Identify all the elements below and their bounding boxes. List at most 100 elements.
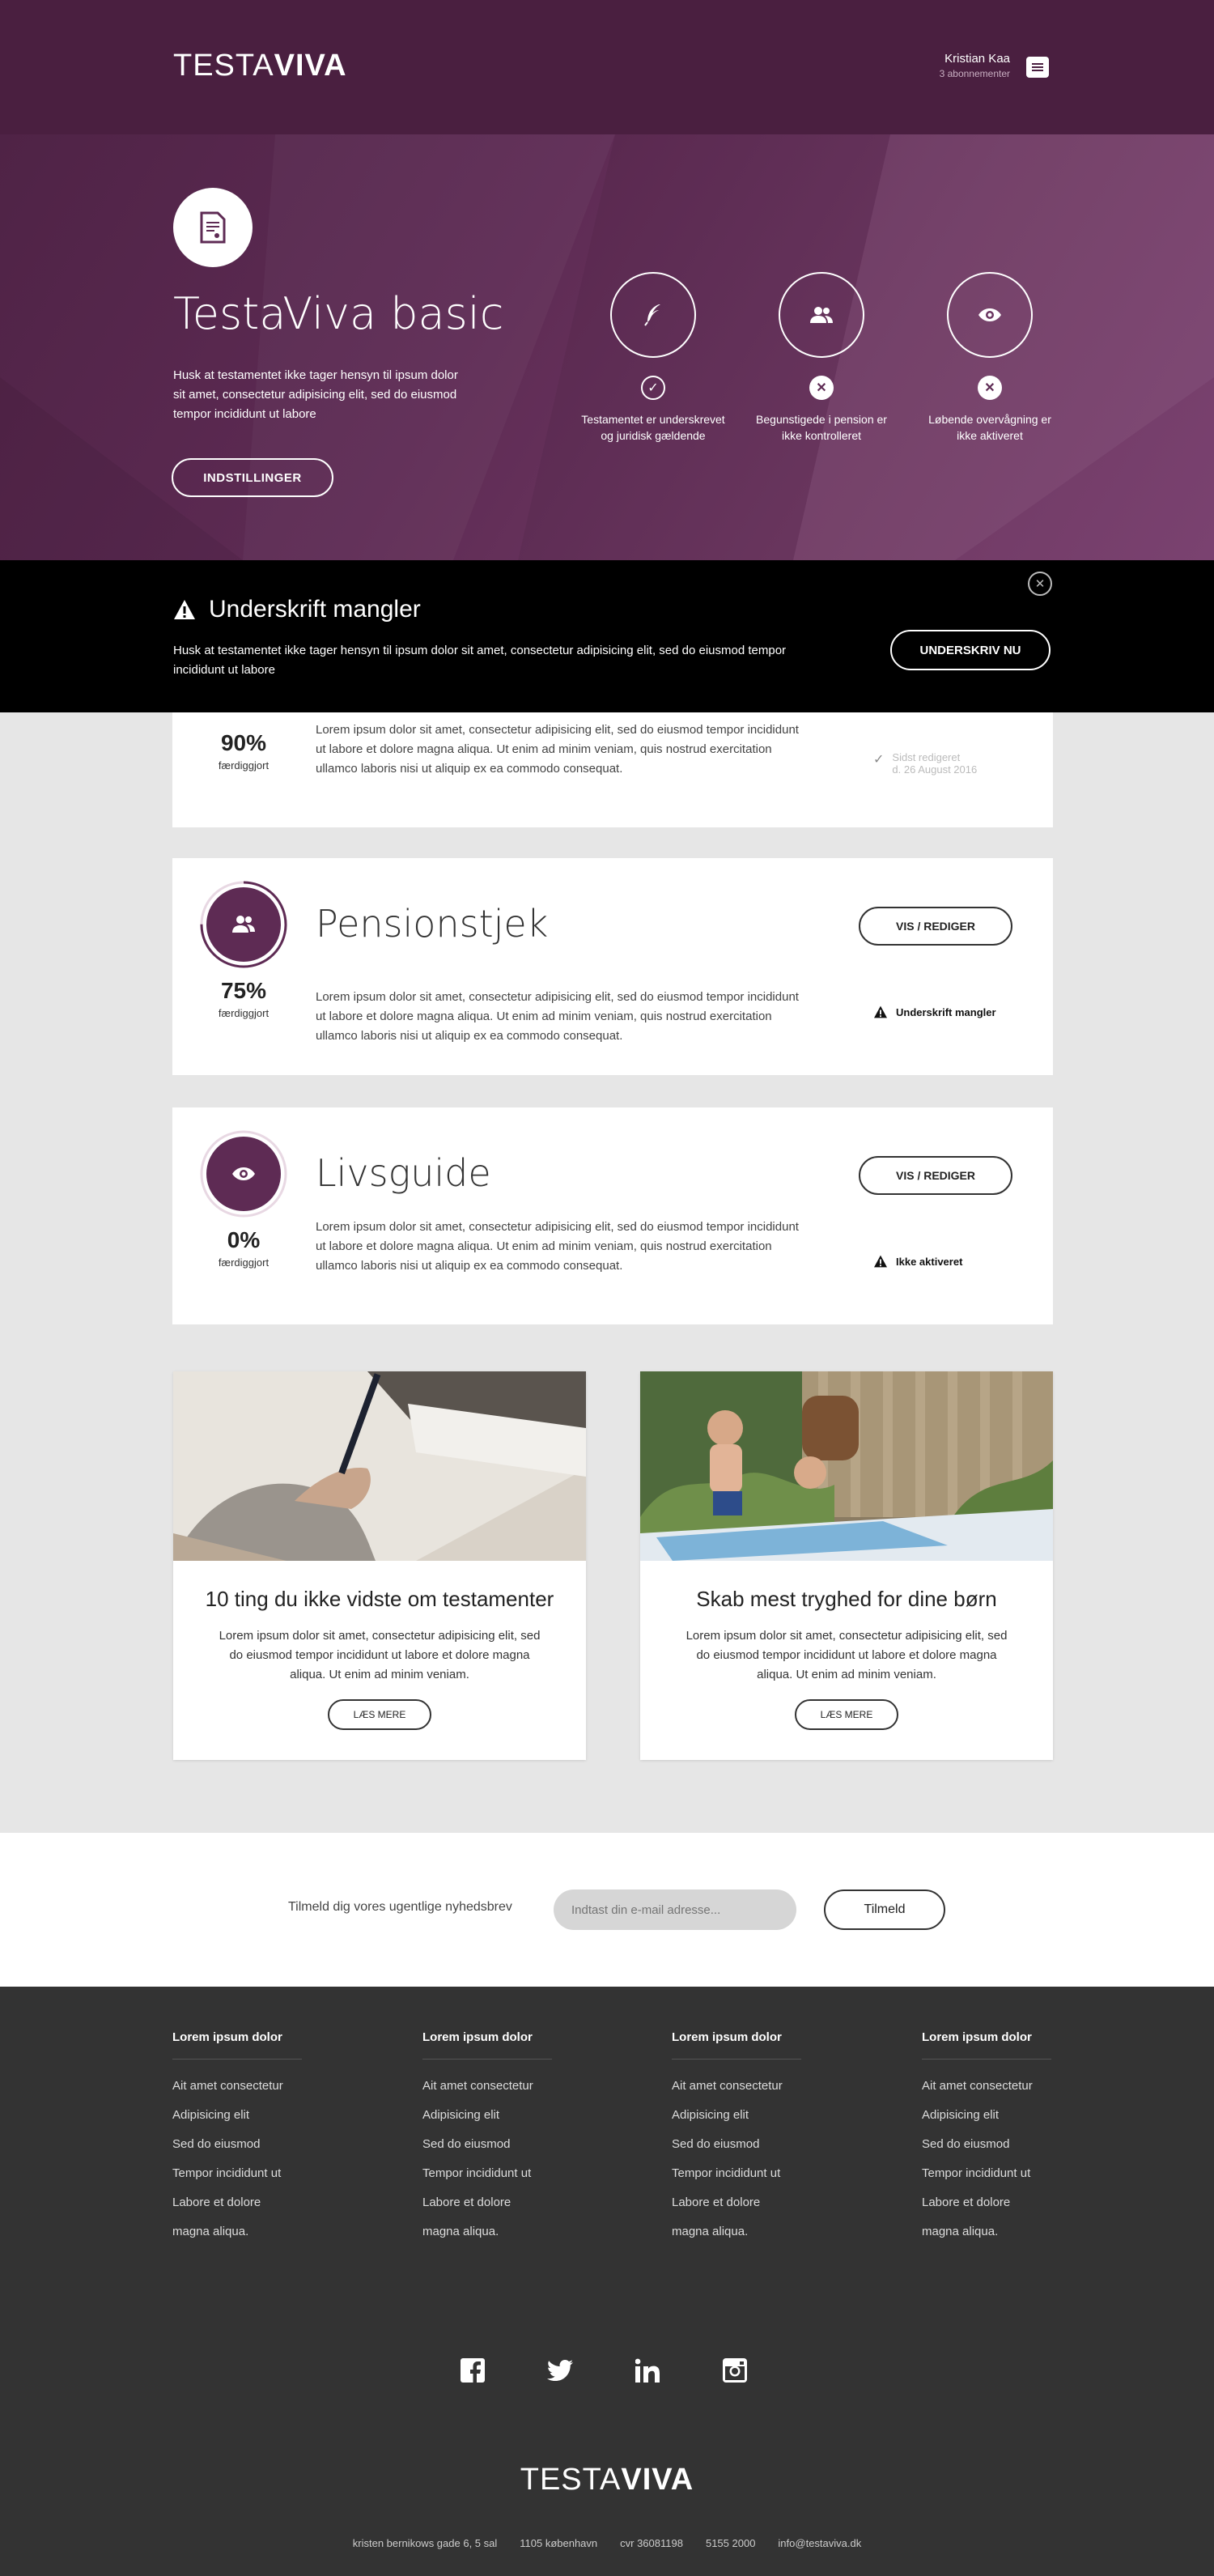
footer-link[interactable]: Sed do eiusmod: [922, 2137, 1051, 2166]
footer-link[interactable]: magna aliqua.: [672, 2225, 801, 2254]
company-info: kristen bernikows gade 6, 5 sal 1105 køb…: [0, 2537, 1214, 2549]
footer-link[interactable]: Labore et dolore: [922, 2196, 1051, 2225]
eye-icon: [947, 272, 1033, 358]
email-field[interactable]: [554, 1889, 796, 1930]
feature-monitoring: ✕ Løbende overvågning er ikke aktiveret: [917, 272, 1063, 444]
footer-column: Lorem ipsum dolor Ait amet consectetur A…: [422, 2030, 552, 2254]
feature-label: Løbende overvågning er ikke aktiveret: [928, 413, 1051, 442]
footer-link[interactable]: Sed do eiusmod: [672, 2137, 801, 2166]
progress-percent: 75%: [220, 978, 267, 1003]
article-card-children[interactable]: Skab mest tryghed for dine børn Lorem ip…: [640, 1371, 1053, 1760]
footer-heading: Lorem ipsum dolor: [172, 2030, 302, 2060]
read-more-button[interactable]: LÆS MERE: [795, 1699, 898, 1730]
menu-icon[interactable]: [1026, 57, 1049, 78]
email[interactable]: info@testaviva.dk: [778, 2537, 861, 2549]
warning-icon: [874, 1255, 887, 1268]
footer-link[interactable]: Adipisicing elit: [672, 2108, 801, 2137]
article-title: Skab mest tryghed for dine børn: [696, 1587, 997, 1611]
footer-link[interactable]: Sed do eiusmod: [172, 2137, 302, 2166]
sign-now-button[interactable]: UNDERSKRIV NU: [890, 630, 1051, 670]
progress-percent: 0%: [227, 1227, 261, 1252]
view-edit-button[interactable]: VIS / REDIGER: [859, 1156, 1012, 1195]
view-edit-button[interactable]: VIS / REDIGER: [859, 907, 1012, 946]
alert-title: Underskrift mangler: [209, 596, 421, 623]
card-description: Lorem ipsum dolor sit amet, consectetur …: [316, 723, 799, 776]
product-card-lifeguide: 0% færdiggjort Livsguide Lorem ipsum dol…: [172, 1107, 1053, 1324]
hero-section: TestaViva basic Husk at testamentet ikke…: [0, 134, 1214, 560]
footer-link[interactable]: Labore et dolore: [422, 2196, 552, 2225]
newsletter-section: Tilmeld dig vores ugentlige nyhedsbrev T…: [0, 1833, 1214, 1987]
article-title: 10 ting du ikke vidste om testamenter: [205, 1587, 554, 1611]
status-badge: Ikke aktiveret: [873, 1255, 962, 1268]
footer-heading: Lorem ipsum dolor: [922, 2030, 1051, 2060]
product-card-pension: 75% færdiggjort Pensionstjek Lorem ipsum…: [172, 858, 1053, 1075]
check-icon: ✓: [873, 753, 885, 767]
footer-link[interactable]: Tempor incididunt ut: [172, 2166, 302, 2196]
progress-percent: 90%: [220, 730, 267, 755]
footer-link[interactable]: Tempor incididunt ut: [422, 2166, 552, 2196]
article-image: [173, 1371, 586, 1561]
footer-link[interactable]: magna aliqua.: [922, 2225, 1051, 2254]
feather-icon: [610, 272, 696, 358]
logo[interactable]: TESTAVIVA: [173, 49, 347, 83]
cvr-number: cvr 36081198: [620, 2537, 683, 2549]
footer-link[interactable]: Tempor incididunt ut: [672, 2166, 801, 2196]
cross-icon: ✕: [978, 376, 1002, 400]
footer-column: Lorem ipsum dolor Ait amet consectetur A…: [672, 2030, 801, 2254]
footer: Lorem ipsum dolor Ait amet consectetur A…: [0, 1987, 1214, 2576]
footer-logo[interactable]: TESTAVIVA: [0, 2463, 1214, 2497]
users-icon: [779, 272, 864, 358]
warning-icon: [874, 1005, 887, 1018]
footer-link[interactable]: Adipisicing elit: [922, 2108, 1051, 2137]
footer-link[interactable]: Ait amet consectetur: [672, 2079, 801, 2108]
footer-link[interactable]: magna aliqua.: [422, 2225, 552, 2254]
footer-heading: Lorem ipsum dolor: [672, 2030, 801, 2060]
feature-label: Begunstigede i pension er ikke kontrolle…: [756, 413, 887, 442]
close-icon[interactable]: ✕: [1028, 572, 1052, 596]
linkedin-icon[interactable]: [633, 2356, 662, 2385]
article-card-testament[interactable]: 10 ting du ikke vidste om testamenter Lo…: [173, 1371, 586, 1760]
top-header: TESTAVIVA Kristian Kaa 3 abonnementer: [0, 0, 1214, 134]
hero-description: Husk at testamentet ikke tager hensyn ti…: [173, 368, 458, 421]
user-subscriptions: 3 abonnementer: [939, 68, 1010, 79]
feature-signed: ✓ Testamentet er underskrevet og juridis…: [580, 272, 726, 444]
footer-heading: Lorem ipsum dolor: [422, 2030, 552, 2060]
status-badge: Underskrift mangler: [873, 1005, 996, 1018]
instagram-icon[interactable]: [720, 2356, 749, 2385]
subscribe-button[interactable]: Tilmeld: [824, 1889, 945, 1930]
settings-button[interactable]: INDSTILLINGER: [172, 458, 333, 497]
footer-link[interactable]: magna aliqua.: [172, 2225, 302, 2254]
phone[interactable]: 5155 2000: [706, 2537, 755, 2549]
footer-column: Lorem ipsum dolor Ait amet consectetur A…: [172, 2030, 302, 2254]
card-title: Pensionstjek: [316, 902, 549, 946]
document-icon: [173, 188, 253, 267]
alert-text: Husk at testamentet ikke tager hensyn ti…: [173, 644, 787, 677]
footer-link[interactable]: Labore et dolore: [672, 2196, 801, 2225]
progress-ring: [200, 881, 287, 968]
check-icon: ✓: [641, 376, 665, 400]
footer-link[interactable]: Labore et dolore: [172, 2196, 302, 2225]
plan-title: TestaViva basic: [173, 288, 504, 339]
user-account[interactable]: Kristian Kaa 3 abonnementer: [940, 52, 1010, 79]
progress-label: færdiggjort: [218, 1007, 270, 1019]
facebook-icon[interactable]: [458, 2356, 487, 2385]
article-image: [640, 1371, 1053, 1561]
warning-icon: [174, 600, 195, 619]
card-title: Livsguide: [316, 1151, 491, 1195]
footer-link[interactable]: Sed do eiusmod: [422, 2137, 552, 2166]
address: kristen bernikows gade 6, 5 sal: [352, 2537, 498, 2549]
footer-link[interactable]: Adipisicing elit: [172, 2108, 302, 2137]
twitter-icon[interactable]: [545, 2356, 575, 2385]
footer-link[interactable]: Adipisicing elit: [422, 2108, 552, 2137]
footer-link[interactable]: Tempor incididunt ut: [922, 2166, 1051, 2196]
user-name: Kristian Kaa: [944, 52, 1010, 66]
progress-ring: [200, 1130, 287, 1218]
read-more-button[interactable]: LÆS MERE: [328, 1699, 431, 1730]
last-edited: ✓ Sidst redigeret d. 26 August 2016: [873, 751, 978, 776]
cross-icon: ✕: [809, 376, 834, 400]
footer-link[interactable]: Ait amet consectetur: [422, 2079, 552, 2108]
footer-link[interactable]: Ait amet consectetur: [172, 2079, 302, 2108]
card-description: Lorem ipsum dolor sit amet, consectetur …: [316, 1220, 799, 1273]
footer-column: Lorem ipsum dolor Ait amet consectetur A…: [922, 2030, 1051, 2254]
footer-link[interactable]: Ait amet consectetur: [922, 2079, 1051, 2108]
